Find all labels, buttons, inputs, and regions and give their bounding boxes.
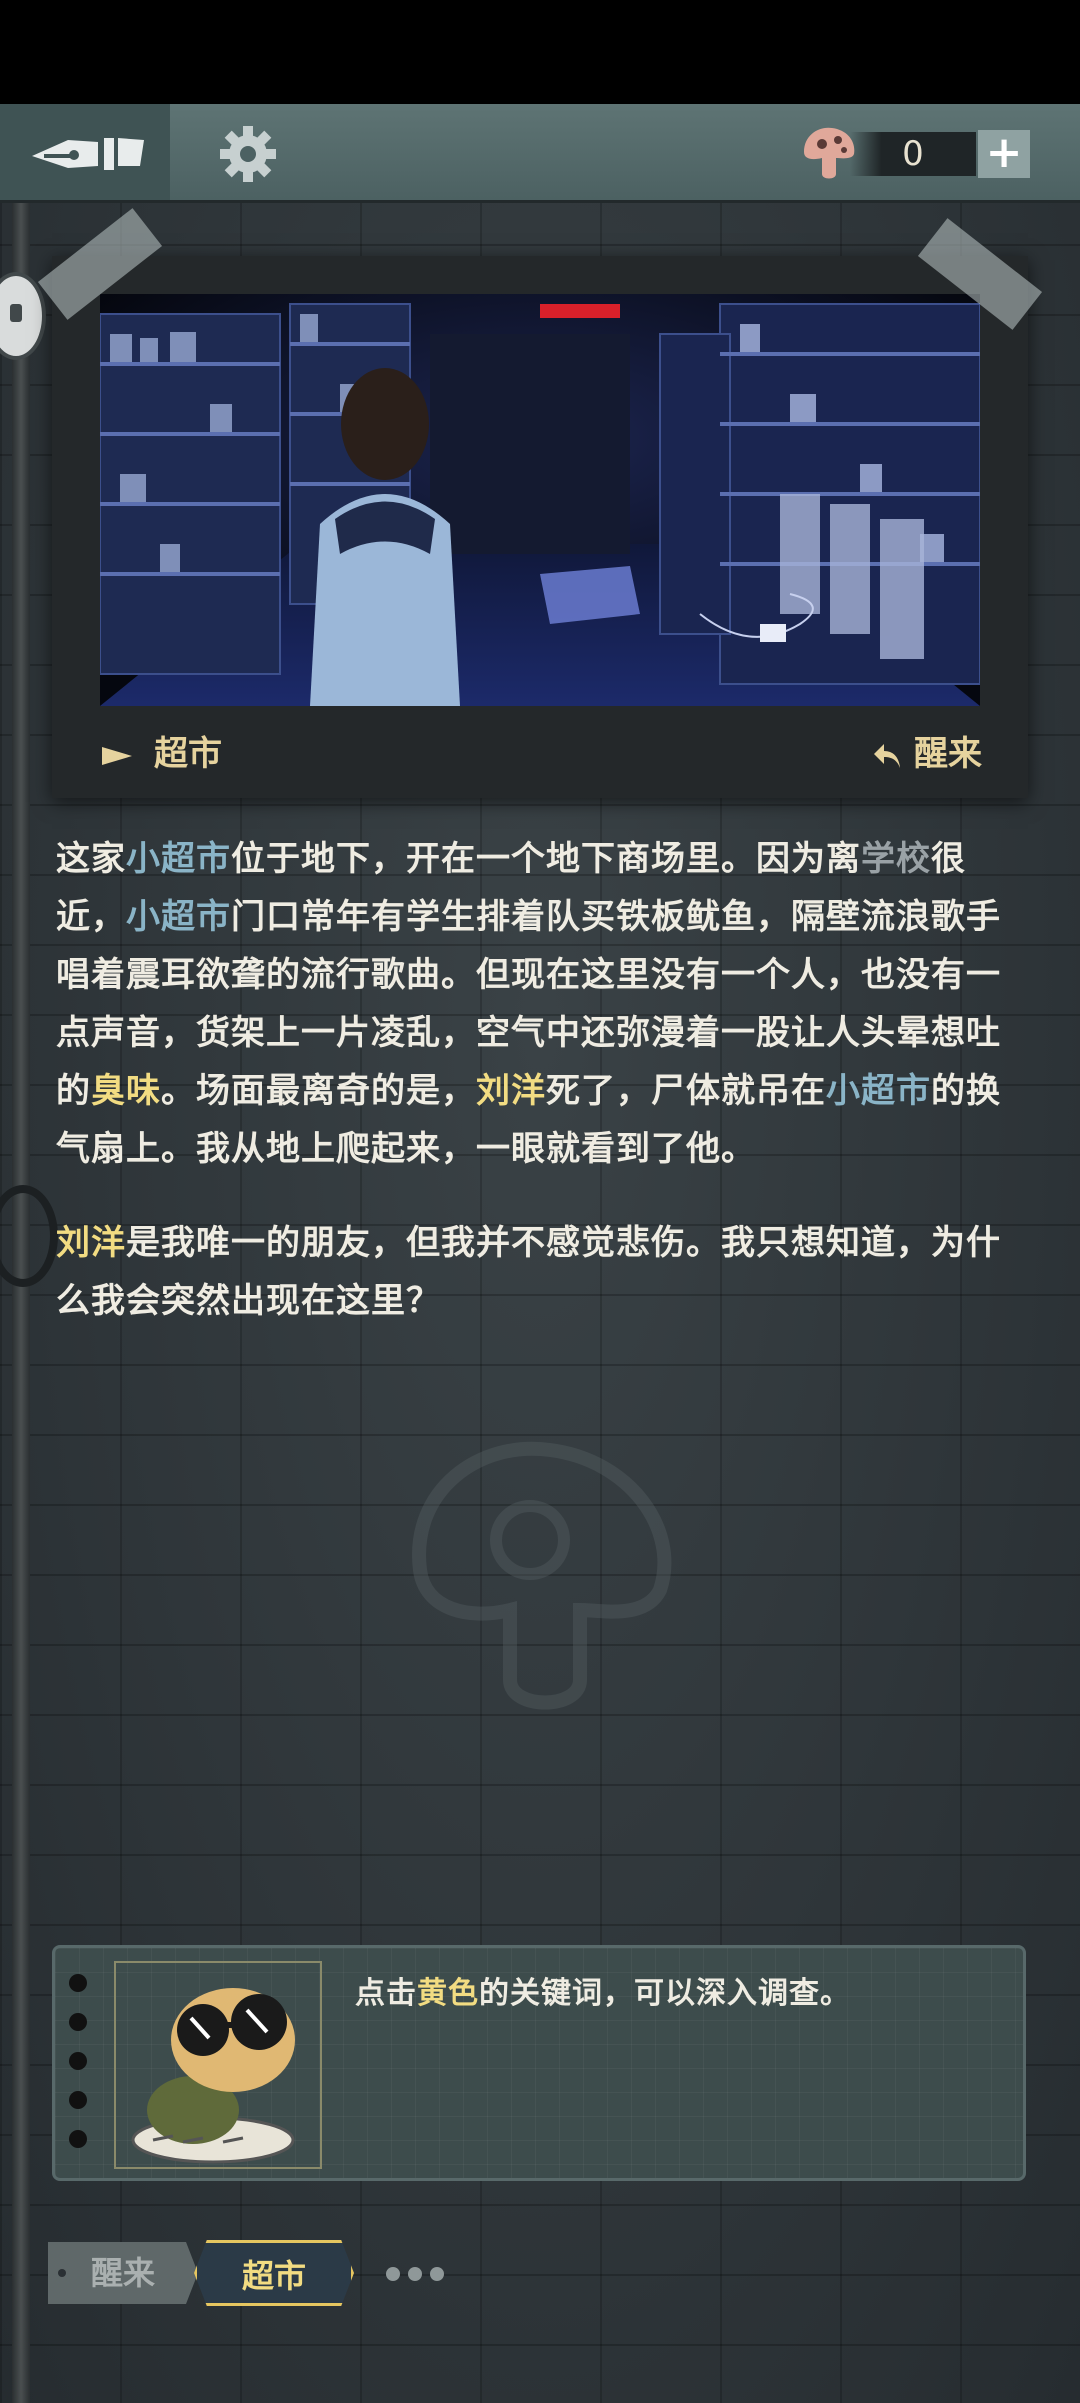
- keyword-small-supermarket: 小超市: [126, 839, 231, 879]
- tab-supermarket[interactable]: 超市: [194, 2240, 354, 2306]
- play-arrow-icon: [102, 747, 132, 765]
- scene-card: 超市 醒来: [52, 256, 1028, 798]
- turtle-mascot-icon: [114, 1961, 322, 2169]
- hint-text-suffix: 的关键词，可以深入调查。: [479, 1976, 851, 2011]
- status-bar: [0, 0, 1080, 104]
- keyword-small-supermarket: 小超市: [126, 897, 231, 937]
- keyword-small-supermarket: 小超市: [826, 1071, 931, 1111]
- quill-icon: [32, 138, 144, 170]
- scene-caption: 超市 醒来: [102, 726, 982, 782]
- tab-wake[interactable]: 醒来: [48, 2242, 198, 2304]
- add-currency-button[interactable]: +: [978, 130, 1030, 178]
- tab-dot: [58, 2269, 66, 2277]
- wake-label: 醒来: [914, 734, 982, 774]
- keyword-smell[interactable]: 臭味: [91, 1071, 161, 1111]
- hint-text: 点击黄色的关键词，可以深入调查。: [355, 1968, 851, 2012]
- story-text-segment: 死了，尸体就吊在: [546, 1071, 826, 1111]
- scene-location: 超市: [102, 726, 222, 775]
- tab-supermarket-label: 超市: [241, 2257, 306, 2295]
- binder-holes: [69, 1974, 89, 2169]
- tab-wake-label: 醒来: [90, 2254, 155, 2292]
- wake-link-button[interactable]: 醒来: [872, 726, 982, 775]
- story-paragraph-1: 这家小超市位于地下，开在一个地下商场里。因为离学校很近，小超市门口常年有学生排着…: [56, 830, 1026, 1178]
- currency-value: 0: [902, 134, 924, 174]
- keyword-liu-yang[interactable]: 刘洋: [476, 1071, 546, 1111]
- mushroom-watermark-icon: [412, 1441, 672, 1710]
- gear-icon[interactable]: [218, 124, 278, 184]
- story-text-segment: 位于地下，开在一个地下商场里。因为离: [231, 839, 861, 879]
- pipe-decoration: [12, 200, 30, 2403]
- supermarket-scene-art: [100, 294, 980, 706]
- story-paragraph-2: 刘洋是我唯一的朋友，但我并不感觉悲伤。我只想知道，为什么我会突然出现在这里？: [56, 1214, 1026, 1330]
- keyword-liu-yang[interactable]: 刘洋: [56, 1223, 126, 1263]
- story-text-segment: 是我唯一的朋友，但我并不感觉悲伤。我只想知道，为什么我会突然出现在这里？: [56, 1223, 1001, 1321]
- currency-counter: 0: [850, 132, 976, 176]
- chapter-tab-strip: 醒来 超市: [48, 2240, 948, 2306]
- top-bar: 0 +: [0, 104, 1080, 203]
- quill-button[interactable]: [0, 104, 170, 200]
- more-options-icon[interactable]: [386, 2266, 452, 2285]
- story-text-segment: 这家: [56, 839, 126, 879]
- story-text-segment: 。场面最离奇的是，: [161, 1071, 476, 1111]
- return-arrow-icon: [874, 744, 900, 768]
- story-text: 这家小超市位于地下，开在一个地下商场里。因为离学校很近，小超市门口常年有学生排着…: [56, 830, 1026, 1366]
- neon-sign: [540, 304, 620, 318]
- scene-illustration: [100, 294, 980, 706]
- scene-location-label: 超市: [154, 734, 222, 774]
- keyword-school: 学校: [861, 839, 931, 879]
- mushroom-icon: [804, 127, 855, 179]
- hint-keyword: 黄色: [417, 1976, 479, 2011]
- hint-panel: 点击黄色的关键词，可以深入调查。: [52, 1945, 1026, 2181]
- hint-text-prefix: 点击: [355, 1976, 417, 2011]
